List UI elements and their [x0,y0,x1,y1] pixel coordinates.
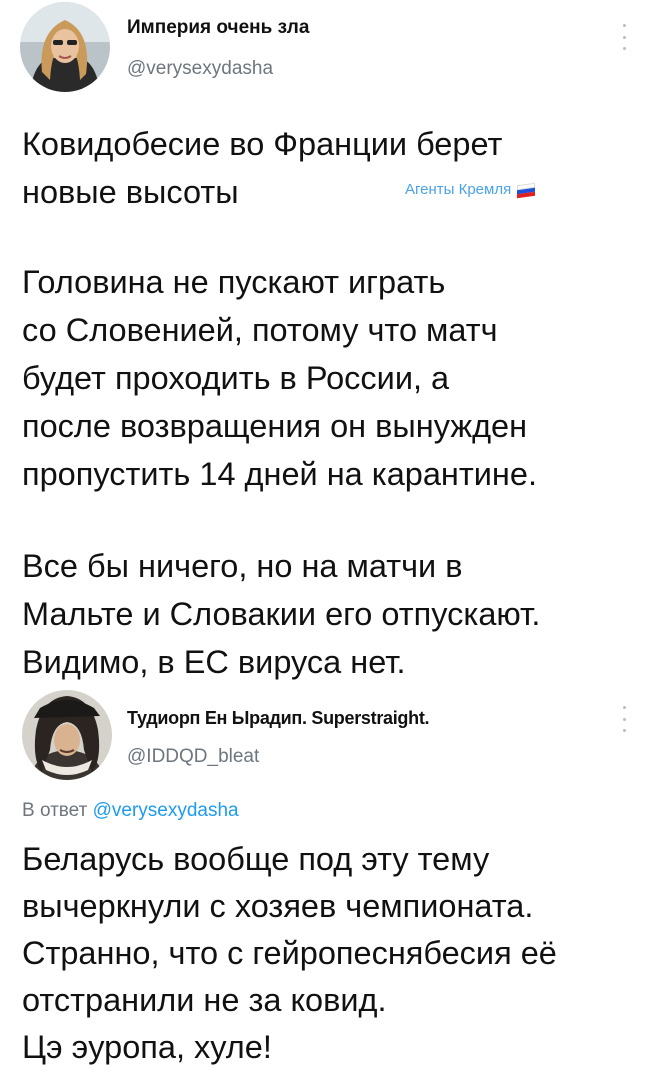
avatar[interactable] [22,690,112,780]
display-name[interactable]: Империя очень зла [127,17,309,39]
reply-tweet[interactable]: Тудиорп Ен Ырадип. Superstraight. @IDDQD… [0,690,655,1080]
tweet-text-paragraph: Беларусь вообще под эту тему вычеркнули … [22,841,557,1065]
reply-to-mention[interactable]: @verysexydasha [93,800,239,821]
handle[interactable]: @IDDQD_bleat [127,746,259,768]
reply-to-line: В ответ @verysexydasha [22,800,239,822]
handle[interactable]: @verysexydasha [127,58,273,80]
tweet[interactable]: Империя очень зла @verysexydasha Ковидоб… [0,0,655,690]
watermark-text: Агенты Кремля [405,181,512,198]
watermark: Агенты Кремля [405,181,536,198]
russian-flag-icon [517,182,536,198]
display-name[interactable]: Тудиорп Ен Ырадип. Superstraight. [127,708,430,729]
reply-to-prefix: В ответ [22,800,88,821]
tweet-text-paragraph: Головина не пускают играть со Словенией,… [22,264,537,492]
more-vertical-icon[interactable] [621,24,627,50]
tweet-text-paragraph: Все бы ничего, но на матчи в Мальте и Сл… [22,548,541,680]
avatar[interactable] [20,2,110,92]
tweet-text-paragraph: Ковидобесие во Франции берет новые высот… [22,126,503,210]
more-vertical-icon[interactable] [621,706,627,732]
